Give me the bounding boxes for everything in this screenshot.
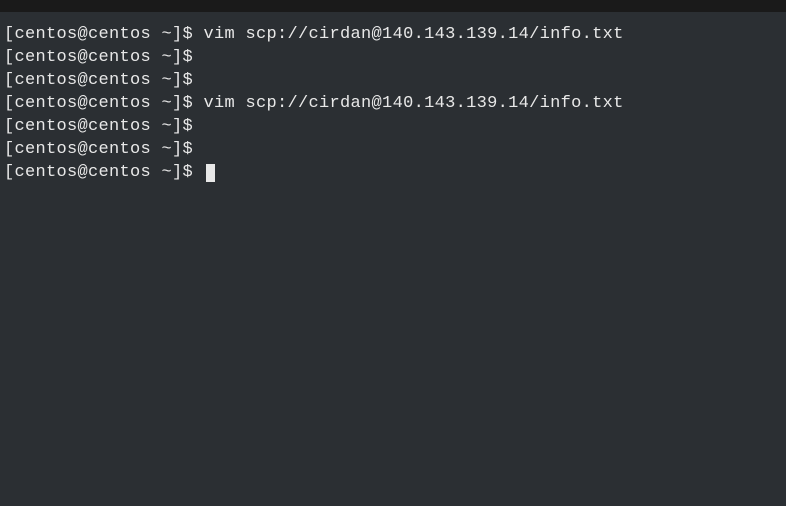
shell-prompt: [centos@centos ~]$ bbox=[4, 71, 193, 90]
shell-prompt: [centos@centos ~]$ bbox=[4, 140, 193, 159]
terminal-line: [centos@centos ~]$ bbox=[4, 139, 782, 162]
terminal-line: [centos@centos ~]$ bbox=[4, 116, 782, 139]
terminal-line: [centos@centos ~]$ bbox=[4, 47, 782, 70]
command-text bbox=[193, 163, 204, 182]
terminal-line: [centos@centos ~]$ bbox=[4, 70, 782, 93]
shell-prompt: [centos@centos ~]$ bbox=[4, 117, 193, 136]
window-titlebar bbox=[0, 0, 786, 12]
command-text: vim scp://cirdan@140.143.139.14/info.txt bbox=[193, 25, 624, 44]
command-text: vim scp://cirdan@140.143.139.14/info.txt bbox=[193, 94, 624, 113]
terminal-output[interactable]: [centos@centos ~]$ vim scp://cirdan@140.… bbox=[0, 12, 786, 189]
shell-prompt: [centos@centos ~]$ bbox=[4, 94, 193, 113]
shell-prompt: [centos@centos ~]$ bbox=[4, 48, 193, 67]
cursor bbox=[206, 164, 215, 182]
shell-prompt: [centos@centos ~]$ bbox=[4, 163, 193, 182]
terminal-line: [centos@centos ~]$ bbox=[4, 162, 782, 185]
terminal-line: [centos@centos ~]$ vim scp://cirdan@140.… bbox=[4, 93, 782, 116]
terminal-line: [centos@centos ~]$ vim scp://cirdan@140.… bbox=[4, 24, 782, 47]
shell-prompt: [centos@centos ~]$ bbox=[4, 25, 193, 44]
